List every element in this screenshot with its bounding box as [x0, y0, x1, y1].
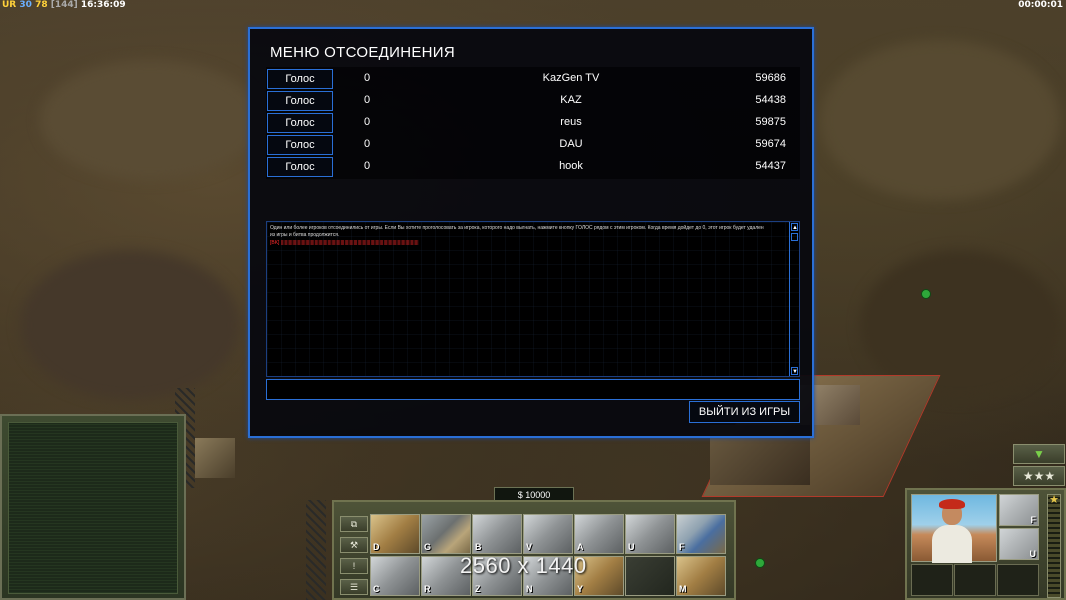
build-slot[interactable]: C [370, 556, 420, 596]
disconnect-message: Один или более игроков отсоединились от … [270, 225, 764, 238]
build-slot[interactable]: M [676, 556, 726, 596]
command-panel: ⧉ ⚒ ! ☰ D G B V A U F C R Z N Y M [332, 500, 736, 600]
power-meter [1047, 494, 1061, 598]
vote-count: 0 [364, 116, 371, 128]
hud-tag: UR [2, 0, 17, 10]
hotkey-label: V [526, 542, 533, 552]
vote-button[interactable]: Голос [267, 135, 333, 155]
radar-panel [0, 414, 186, 600]
unit-info-panel: F U ★ [905, 488, 1066, 600]
hotkey-label: C [373, 584, 380, 594]
player-name: reus [560, 116, 582, 128]
portrait-hat [939, 499, 965, 509]
scroll-down-icon[interactable]: ▼ [791, 367, 798, 375]
hotkey-label: G [424, 542, 432, 552]
hud-ping: 78 [35, 0, 48, 10]
player-id: 54438 [755, 94, 786, 106]
alert-icon[interactable]: ! [340, 558, 368, 574]
empty-slot [954, 564, 996, 596]
scroll-up-icon[interactable]: ▲ [791, 223, 798, 231]
hotkey-label: B [475, 542, 482, 552]
player-row: Голос 0 KAZ 54438 [266, 90, 800, 112]
tower-structure-bottom[interactable] [300, 500, 334, 600]
player-name: KazGen TV [542, 72, 600, 84]
dialog-title: МЕНЮ ОТСОЕДИНЕНИЯ [270, 44, 455, 61]
vote-button[interactable]: Голос [267, 91, 333, 111]
hotkey-label: A [577, 542, 584, 552]
hotkey-label: U [628, 542, 635, 552]
vote-count: 0 [364, 72, 371, 84]
hotkey-label: R [424, 584, 431, 594]
chevron-down-icon[interactable]: ▼ [1013, 444, 1065, 464]
message-scrollbar[interactable]: ▲ ▼ [789, 222, 799, 376]
hud-fps: 30 [19, 0, 32, 10]
hud-status: UR 30 78 [144] 16:36:09 [2, 0, 126, 10]
terrain-patch [40, 60, 260, 180]
build-slot[interactable]: A [574, 514, 624, 554]
player-name: hook [559, 160, 583, 172]
hotkey-label: U [1029, 549, 1037, 559]
player-id: 59686 [755, 72, 786, 84]
vote-button[interactable]: Голос [267, 157, 333, 177]
hotkey-label: F [679, 542, 685, 552]
player-row: Голос 0 reus 59875 [266, 112, 800, 134]
scroll-thumb[interactable] [791, 233, 798, 241]
general-rank-button[interactable]: ★★★ [1013, 466, 1065, 486]
player-id: 59674 [755, 138, 786, 150]
hotkey-label: D [373, 542, 380, 552]
system-message: [BK] |||||||||||||||||||||||||||||||||||… [270, 240, 419, 246]
empty-slot [997, 564, 1039, 596]
disconnect-dialog: МЕНЮ ОТСОЕДИНЕНИЯ Голос 0 KazGen TV 5968… [248, 27, 814, 438]
quit-game-button[interactable]: ВЫЙТИ ИЗ ИГРЫ [689, 401, 800, 423]
options-icon[interactable]: ☰ [340, 579, 368, 595]
player-row: Голос 0 KazGen TV 59686 [266, 68, 800, 90]
hotkey-label: F [1030, 515, 1037, 525]
unit-marker[interactable] [755, 558, 765, 568]
player-row: Голос 0 DAU 59674 [266, 134, 800, 156]
hotkey-label: Z [475, 584, 481, 594]
hotkey-label: N [526, 584, 533, 594]
unit-marker[interactable] [921, 289, 931, 299]
player-id: 59875 [755, 116, 786, 128]
weapon-slot[interactable]: U [999, 528, 1039, 560]
unit-portrait[interactable] [911, 494, 997, 563]
vote-button[interactable]: Голос [267, 113, 333, 133]
player-row: Голос 0 hook 54437 [266, 156, 800, 178]
hotkey-label: M [679, 584, 687, 594]
vote-count: 0 [364, 94, 371, 106]
build-slot[interactable]: D [370, 514, 420, 554]
select-all-button[interactable]: ⧉ [340, 516, 368, 532]
minimap[interactable] [8, 422, 178, 594]
vote-count: 0 [364, 138, 371, 150]
build-slot[interactable]: G [421, 514, 471, 554]
terrain-patch [20, 250, 240, 400]
terrain-patch [820, 40, 1060, 200]
game-timer: 00:00:01 [1018, 0, 1063, 10]
portrait-body [932, 525, 972, 563]
build-slot[interactable]: F [676, 514, 726, 554]
chat-input[interactable] [266, 379, 800, 400]
star-icon: ★ [1049, 494, 1059, 506]
player-name: DAU [559, 138, 583, 150]
vote-count: 0 [364, 160, 371, 172]
build-slot[interactable]: V [523, 514, 573, 554]
wrench-icon[interactable]: ⚒ [340, 537, 368, 553]
build-slot[interactable]: B [472, 514, 522, 554]
build-slot[interactable]: U [625, 514, 675, 554]
build-slot[interactable] [625, 556, 675, 596]
player-name: KAZ [560, 94, 582, 106]
hud-clock: 16:36:09 [80, 0, 126, 10]
player-id: 54437 [755, 160, 786, 172]
resolution-watermark: 2560 x 1440 [460, 553, 587, 578]
weapon-slot[interactable]: F [999, 494, 1039, 526]
empty-slot [911, 564, 953, 596]
player-list: Голос 0 KazGen TV 59686 Голос 0 KAZ 5443… [266, 67, 800, 179]
hotkey-label: Y [577, 584, 584, 594]
hud-bracket: [144] [50, 0, 78, 10]
message-log[interactable]: Один или более игроков отсоединились от … [266, 221, 800, 377]
vote-button[interactable]: Голос [267, 69, 333, 89]
